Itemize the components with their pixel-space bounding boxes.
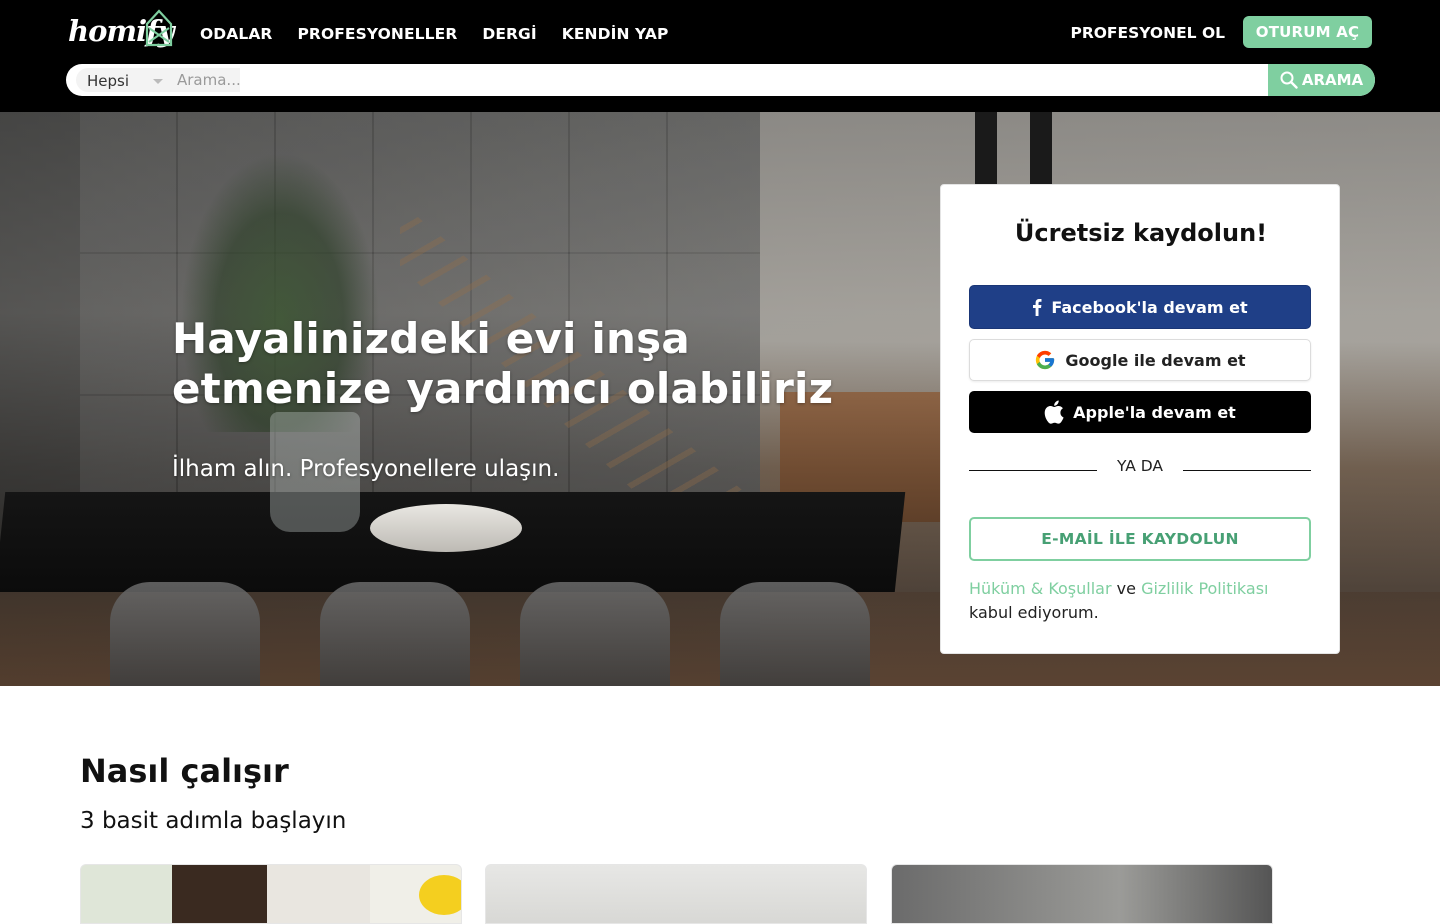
- email-signup-button[interactable]: E-MAİL İLE KAYDOLUN: [969, 517, 1311, 561]
- search-category-value: Hepsi: [87, 72, 130, 90]
- terms-link[interactable]: Hüküm & Koşullar: [969, 579, 1112, 598]
- chevron-down-icon: [153, 79, 163, 84]
- how-it-works-title: Nasıl çalışır: [80, 752, 289, 790]
- step-card-image[interactable]: [485, 864, 867, 924]
- hero-title: Hayalinizdeki evi inşa etmenize yardımcı…: [172, 314, 834, 413]
- house-icon: [145, 9, 173, 47]
- nav-item-diy[interactable]: KENDİN YAP: [562, 22, 669, 46]
- or-divider: YA DA: [969, 457, 1311, 477]
- nav-item-magazine[interactable]: DERGİ: [482, 22, 536, 46]
- facebook-signup-button[interactable]: Facebook'la devam et: [969, 285, 1311, 329]
- divider-line: [1183, 470, 1311, 471]
- terms-notice: Hüküm & Koşullar ve Gizlilik Politikası …: [969, 577, 1314, 625]
- top-header: homify ODALAR PROFESYONELLER DERGİ KENDİ…: [0, 0, 1440, 112]
- privacy-link[interactable]: Gizlilik Politikası: [1141, 579, 1268, 598]
- become-pro-link[interactable]: PROFESYONEL OL: [1070, 21, 1225, 45]
- login-button[interactable]: OTURUM AÇ: [1243, 16, 1372, 48]
- main-nav: ODALAR PROFESYONELLER DERGİ KENDİN YAP: [200, 22, 693, 46]
- terms-and: ve: [1116, 579, 1136, 598]
- hero-subtitle: İlham alın. Profesyonellere ulaşın.: [172, 456, 560, 482]
- apple-signup-button[interactable]: Apple'la devam et: [969, 391, 1311, 433]
- signup-card: Ücretsiz kaydolun! Facebook'la devam et …: [940, 184, 1340, 654]
- search-input[interactable]: [176, 64, 1268, 96]
- hero-background-chair: [720, 582, 870, 686]
- google-icon: [1036, 350, 1055, 370]
- nav-item-professionals[interactable]: PROFESYONELLER: [297, 22, 457, 46]
- step-card-image[interactable]: [891, 864, 1273, 924]
- step-card-image[interactable]: [80, 864, 462, 924]
- or-divider-label: YA DA: [1116, 457, 1164, 475]
- google-signup-label: Google ile devam et: [1065, 350, 1246, 370]
- search-icon: [1280, 71, 1298, 89]
- hero-background-bowl: [370, 504, 522, 552]
- google-signup-button[interactable]: Google ile devam et: [969, 339, 1311, 381]
- signup-title: Ücretsiz kaydolun!: [1014, 219, 1268, 247]
- apple-icon: [1044, 400, 1064, 424]
- search-button[interactable]: ARAMA: [1268, 64, 1375, 96]
- homify-logo[interactable]: homify: [68, 8, 176, 56]
- yellow-chair-decor: [419, 875, 461, 915]
- apple-signup-label: Apple'la devam et: [1073, 402, 1236, 422]
- hero-background-chair: [110, 582, 260, 686]
- nav-item-rooms[interactable]: ODALAR: [200, 22, 272, 46]
- search-button-label: ARAMA: [1301, 71, 1364, 89]
- facebook-icon: [1033, 299, 1042, 316]
- terms-suffix: kabul ediyorum.: [969, 603, 1099, 622]
- hero-background-chair: [320, 582, 470, 686]
- facebook-signup-label: Facebook'la devam et: [1051, 297, 1248, 317]
- how-it-works-subtitle: 3 basit adımla başlayın: [80, 808, 347, 834]
- search-bar: Hepsi ARAMA: [66, 64, 1375, 96]
- hero-background-chair: [520, 582, 670, 686]
